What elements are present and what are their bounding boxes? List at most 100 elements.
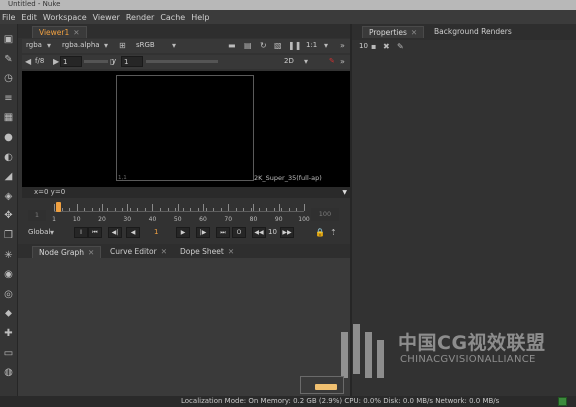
out-point-icon[interactable]: O: [232, 227, 246, 238]
timeline-minor-tick: [129, 208, 131, 211]
layers-nodes-icon[interactable]: ◈: [1, 189, 16, 203]
merge-nodes-icon[interactable]: ◢: [1, 169, 16, 183]
scope-dropdown[interactable]: Global: [28, 227, 50, 238]
wipe-icon[interactable]: ▬: [228, 40, 236, 51]
current-frame-field[interactable]: 1: [154, 227, 158, 238]
tab-viewer1[interactable]: Viewer1 ✕: [32, 26, 87, 38]
close-icon[interactable]: ✕: [161, 247, 167, 256]
gain-field[interactable]: 1: [60, 56, 82, 67]
clip-warning-icon[interactable]: ▤: [244, 40, 252, 51]
roi-icon[interactable]: ▧: [274, 40, 282, 51]
view-mode-dropdown[interactable]: 2D: [284, 56, 294, 67]
timeline-minor-tick: [114, 208, 116, 211]
tab-curve-editor[interactable]: Curve Editor ✕: [104, 246, 173, 258]
skip-back-icon[interactable]: ◀◀: [252, 227, 266, 238]
timeline-minor-tick: [235, 208, 237, 211]
menu-cache[interactable]: Cache: [160, 13, 191, 22]
tab-node-graph-label: Node Graph: [39, 248, 84, 257]
lock-icon[interactable]: 🔒: [315, 227, 325, 238]
playhead[interactable]: [56, 202, 61, 212]
image-nodes-icon[interactable]: ▣: [1, 32, 16, 46]
menu-workspace[interactable]: Workspace: [43, 13, 93, 22]
next-keyframe-icon[interactable]: |▶: [196, 227, 210, 238]
time-nodes-icon[interactable]: ◷: [1, 71, 16, 85]
expand-icon[interactable]: »: [340, 56, 345, 67]
draw-nodes-icon[interactable]: ✎: [1, 52, 16, 66]
channel-nodes-icon[interactable]: ≡: [1, 91, 16, 105]
chevron-down-icon: ▾: [47, 41, 52, 50]
keyer-nodes-icon[interactable]: ◐: [1, 150, 16, 164]
first-frame-icon[interactable]: ⏮: [88, 227, 102, 238]
timeline-tick-label: 20: [98, 216, 106, 223]
clear-panels-icon[interactable]: ✖: [383, 41, 390, 52]
triangle-down-icon[interactable]: ▼: [342, 187, 347, 198]
tab-node-graph[interactable]: Node Graph ✕: [32, 246, 102, 258]
timeline-tick-label: 100: [298, 216, 310, 223]
timeline-minor-tick: [213, 208, 215, 211]
channels-dropdown[interactable]: rgba: [26, 40, 42, 51]
gamma-field[interactable]: 1: [121, 56, 143, 67]
last-frame-icon[interactable]: ⏭: [216, 227, 230, 238]
timeline-start-field[interactable]: 1: [28, 210, 46, 221]
toolsets-icon[interactable]: ✚: [1, 326, 16, 340]
menu-edit[interactable]: Edit: [21, 13, 43, 22]
viewer-viewport[interactable]: 1,1 2K_Super_35(full-ap): [22, 71, 350, 187]
furnace-nodes-icon[interactable]: ◍: [1, 365, 16, 379]
close-icon[interactable]: ✕: [228, 247, 234, 256]
deep-nodes-icon[interactable]: ◉: [1, 267, 16, 281]
play-forward-icon[interactable]: ▶: [176, 227, 190, 238]
tab-background-renders[interactable]: Background Renders: [428, 26, 518, 38]
transform-nodes-icon[interactable]: ✥: [1, 208, 16, 222]
zoom-dropdown[interactable]: 1:1: [306, 40, 317, 51]
menu-viewer[interactable]: Viewer: [93, 13, 126, 22]
skip-forward-icon[interactable]: ▶▶: [280, 227, 294, 238]
refresh-icon[interactable]: ↻: [260, 40, 267, 51]
color-nodes-icon[interactable]: ▦: [1, 110, 16, 124]
input-process-icon[interactable]: ⊞: [119, 40, 126, 51]
particles-nodes-icon[interactable]: ✳: [1, 248, 16, 262]
gamma-slider[interactable]: [146, 60, 218, 63]
timeline-end-field[interactable]: 100: [311, 208, 339, 221]
views-nodes-icon[interactable]: ◎: [1, 287, 16, 301]
node-graph-navigator[interactable]: [300, 376, 344, 394]
lock-panel-icon[interactable]: ▪: [371, 41, 376, 52]
close-icon[interactable]: ✕: [411, 28, 417, 37]
expand-icon[interactable]: »: [340, 40, 345, 51]
close-icon[interactable]: ✕: [88, 248, 94, 257]
pencil-icon[interactable]: ✎: [397, 41, 404, 52]
chevron-down-icon: ▾: [324, 41, 329, 50]
other-nodes-icon[interactable]: ▭: [1, 346, 16, 360]
skip-step-field[interactable]: 10: [268, 227, 277, 238]
metadata-nodes-icon[interactable]: ⬥: [1, 306, 16, 320]
pause-icon[interactable]: ❚❚: [288, 40, 301, 51]
timeline: 1 100 1 10 20 30 40 50 60 70 80 90 100: [22, 200, 350, 226]
menu-file[interactable]: File: [2, 13, 21, 22]
viewer-node[interactable]: [315, 384, 337, 390]
colorspace-dropdown[interactable]: sRGB: [136, 40, 155, 51]
fstop-right-arrow-icon[interactable]: ▶: [53, 56, 59, 67]
timeline-tick-label: 30: [123, 216, 132, 223]
gain-slider[interactable]: [84, 60, 108, 63]
in-point-icon[interactable]: I: [74, 227, 88, 238]
status-memory: Memory: 0.2 GB (2.9%): [260, 397, 343, 405]
max-panels-field[interactable]: 10: [357, 41, 368, 52]
paint-icon[interactable]: ✎: [329, 56, 335, 67]
close-icon[interactable]: ✕: [73, 28, 79, 37]
menu-help[interactable]: Help: [191, 13, 215, 22]
step-back-icon[interactable]: ◀: [126, 227, 140, 238]
timeline-minor-tick: [137, 208, 139, 211]
chevron-down-icon: ▾: [50, 228, 55, 237]
tab-properties[interactable]: Properties ✕: [362, 26, 425, 38]
3d-nodes-icon[interactable]: ❒: [1, 228, 16, 242]
tab-dope-sheet-label: Dope Sheet: [180, 247, 224, 256]
network-status-icon[interactable]: [558, 397, 567, 406]
previous-keyframe-icon[interactable]: ◀|: [108, 227, 122, 238]
playback-mode-icon[interactable]: ⇡: [330, 227, 337, 238]
alpha-channel-dropdown[interactable]: rgba.alpha: [62, 40, 100, 51]
filter-nodes-icon[interactable]: ●: [1, 130, 16, 144]
timeline-track[interactable]: [54, 204, 305, 212]
tab-dope-sheet[interactable]: Dope Sheet ✕: [174, 246, 240, 258]
fstop-left-arrow-icon[interactable]: ◀: [25, 56, 31, 67]
timeline-major-tick: [228, 204, 230, 211]
menu-render[interactable]: Render: [126, 13, 160, 22]
